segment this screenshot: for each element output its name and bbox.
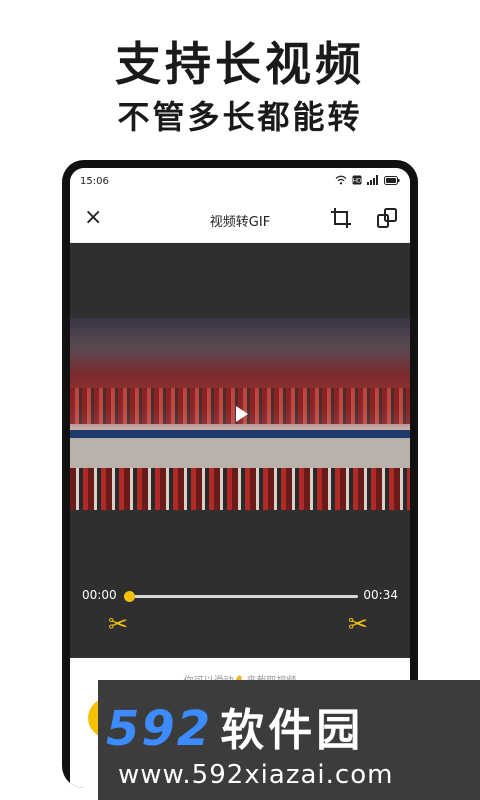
svg-text:HD: HD [353, 179, 362, 185]
hd-icon: HD [352, 175, 362, 185]
watermark-url: www.592xiazai.com [118, 760, 394, 790]
status-time: 15:06 [80, 176, 109, 187]
promo-headline: 支持长视频 [115, 37, 365, 91]
watermark-logo-text: 软件园 [220, 705, 365, 756]
video-frame-court [70, 438, 410, 468]
video-preview[interactable] [70, 318, 410, 510]
watermark-logo-number: 592 [106, 701, 213, 757]
site-watermark: 592 软件园 www.592xiazai.com [98, 680, 480, 800]
top-toolbar: × 视频转GIF [70, 196, 410, 243]
status-bar: 15:06 HD [70, 168, 410, 196]
trim-start-scissor-icon[interactable]: ✂ [108, 610, 128, 638]
trim-timeline: 00:00 00:34 ✂ ✂ [70, 588, 410, 658]
timeline-knob[interactable] [124, 591, 135, 602]
page-title: 视频转GIF [209, 215, 271, 230]
trim-end-scissor-icon[interactable]: ✂ [348, 610, 368, 638]
timeline-track[interactable] [124, 591, 358, 602]
play-icon[interactable] [236, 406, 248, 422]
promo-subheadline: 不管多长都能转 [117, 98, 363, 136]
battery-icon [384, 175, 400, 185]
wifi-icon [335, 175, 347, 185]
watermark-logo: 592 软件园 [106, 694, 364, 758]
signal-icon [367, 175, 378, 185]
status-icons: HD [335, 175, 400, 185]
end-time: 00:34 [363, 588, 398, 602]
video-frame-fans [70, 468, 410, 510]
aspect-ratio-icon[interactable] [376, 207, 398, 229]
video-frame-banner [70, 430, 410, 438]
start-time: 00:00 [82, 588, 117, 602]
crop-icon[interactable] [330, 207, 352, 229]
